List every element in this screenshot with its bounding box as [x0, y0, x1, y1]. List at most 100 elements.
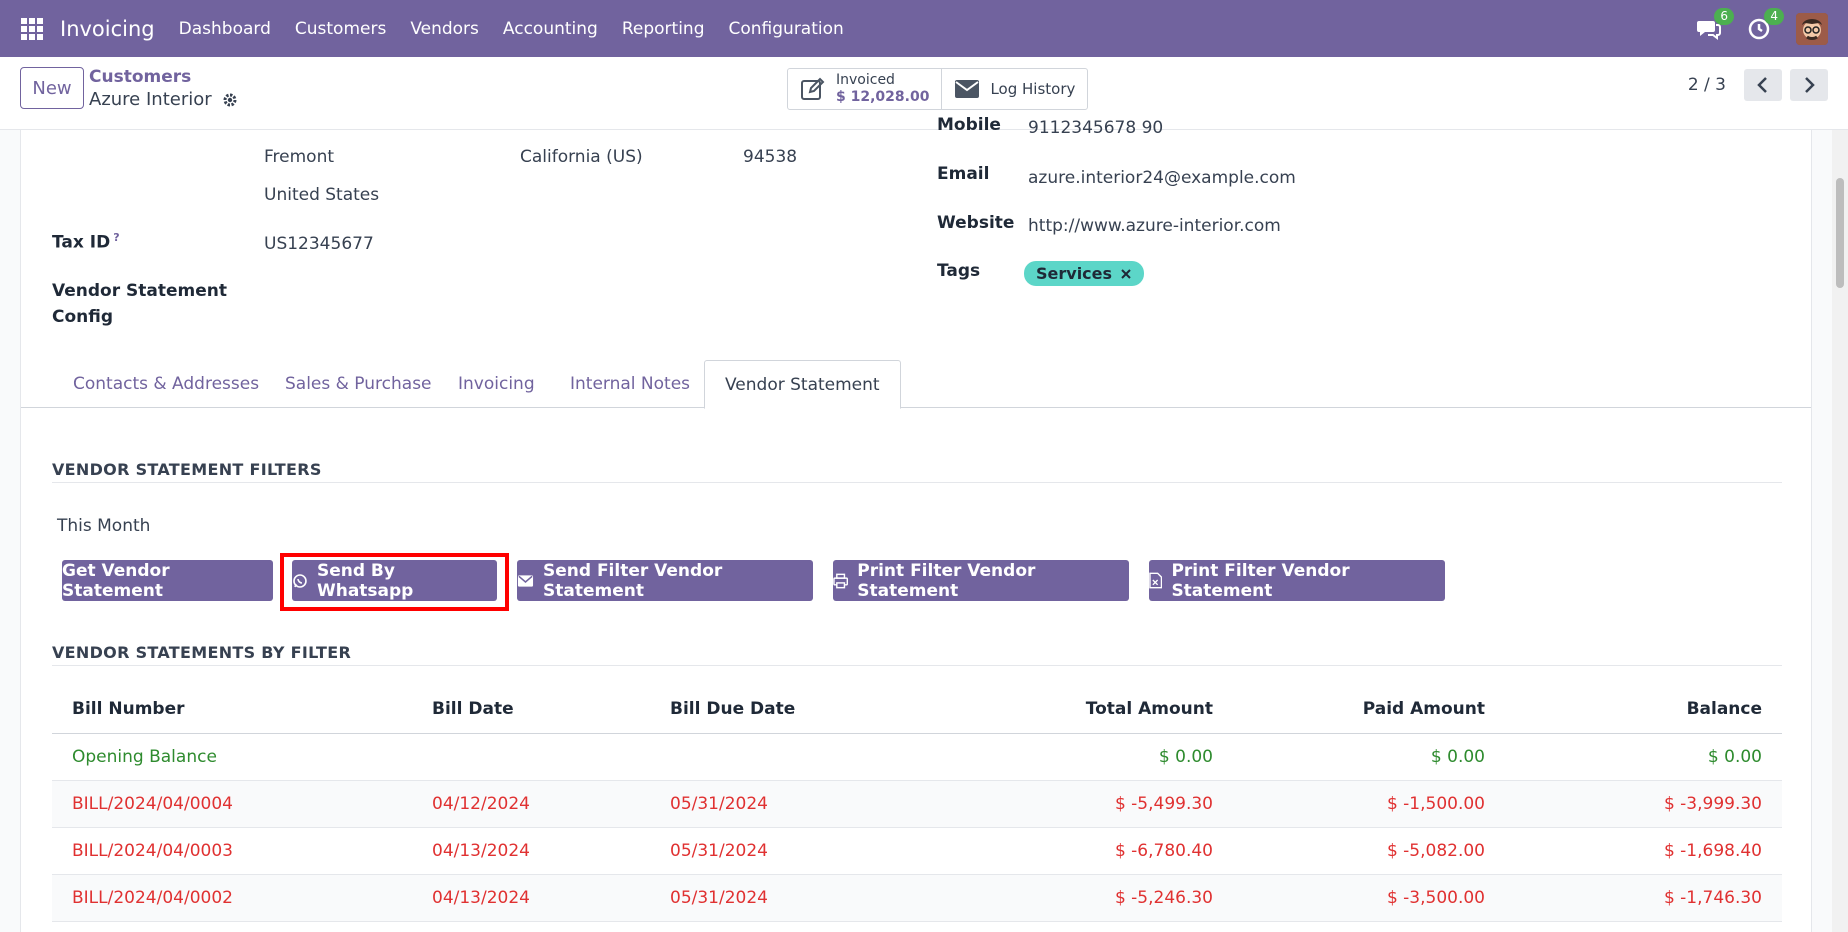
tax-id-help[interactable]: ? [113, 231, 119, 244]
smart-buttons: Invoiced $ 12,028.00 Log History [787, 68, 1089, 110]
log-history-button[interactable]: Log History [941, 69, 1087, 109]
filter-period[interactable]: This Month [57, 516, 150, 536]
cell-paid-amount: $ -1,500.00 [1213, 780, 1485, 828]
activity-clock-icon[interactable]: 4 [1746, 7, 1784, 42]
tab-sales-purchase[interactable]: Sales & Purchase [265, 360, 452, 408]
activity-badge: 4 [1764, 7, 1784, 25]
filters-divider [52, 482, 1782, 483]
address-country[interactable]: United States [264, 185, 379, 205]
excel-file-icon [1149, 572, 1163, 589]
navbar-systray: 6 4 [1696, 0, 1828, 57]
gear-icon[interactable] [222, 92, 238, 108]
new-button[interactable]: New [20, 67, 84, 109]
menu-reporting[interactable]: Reporting [622, 19, 705, 39]
cell-balance: $ -1,746.30 [1485, 874, 1782, 922]
address-state[interactable]: California (US) [520, 147, 643, 167]
app-brand[interactable]: Invoicing [60, 17, 155, 41]
pager-value[interactable]: 2 / 3 [1688, 75, 1726, 95]
tab-internal-notes[interactable]: Internal Notes [550, 360, 710, 408]
address-city[interactable]: Fremont [264, 147, 334, 167]
tab-invoicing[interactable]: Invoicing [438, 360, 555, 408]
menu-dashboard[interactable]: Dashboard [179, 19, 271, 39]
apps-grid-icon[interactable] [21, 17, 43, 40]
email-value[interactable]: azure.interior24@example.com [1028, 168, 1296, 188]
print-filter-vendor-statement-xls-button[interactable]: Print Filter Vendor Statement [1149, 560, 1445, 601]
tax-id-label: Tax ID? [52, 231, 120, 253]
pager-previous-button[interactable] [1744, 69, 1782, 101]
menu-vendors[interactable]: Vendors [410, 19, 479, 39]
send-filter-vendor-statement-button[interactable]: Send Filter Vendor Statement [517, 560, 813, 601]
get-vendor-statement-button[interactable]: Get Vendor Statement [62, 560, 273, 601]
cell-total-amount: $ -6,780.40 [930, 827, 1213, 875]
cell-bill-date: 04/13/2024 [432, 874, 670, 922]
filters-section-title: VENDOR STATEMENT FILTERS [52, 460, 322, 479]
cell-bill-number: Opening Balance [52, 733, 432, 781]
breadcrumb-customers[interactable]: Customers [89, 67, 191, 87]
cell-bill-date [432, 733, 670, 781]
table-row[interactable]: BILL/2024/04/0002 04/13/2024 05/31/2024 … [52, 874, 1782, 922]
send-filter-label: Send Filter Vendor Statement [542, 560, 723, 601]
cell-bill-due-date: 05/31/2024 [670, 780, 930, 828]
chevron-left-icon [1757, 77, 1767, 93]
email-label: Email [937, 164, 990, 184]
cell-paid-amount: $ -5,082.00 [1213, 827, 1485, 875]
table-row[interactable]: Opening Balance $ 0.00 $ 0.00 $ 0.00 [52, 733, 1782, 781]
control-panel: New Customers Azure Interior Invoiced $ … [0, 57, 1848, 130]
tax-id-value[interactable]: US12345677 [264, 234, 374, 254]
chat-icon[interactable]: 6 [1696, 7, 1734, 42]
tab-contacts-addresses[interactable]: Contacts & Addresses [53, 360, 279, 408]
col-balance: Balance [1485, 685, 1782, 734]
tag-services[interactable]: Services [1024, 261, 1145, 286]
website-value[interactable]: http://www.azure-interior.com [1028, 216, 1281, 236]
user-avatar[interactable] [1796, 12, 1828, 45]
table-row[interactable]: BILL/2024/04/0003 04/13/2024 05/31/2024 … [52, 827, 1782, 875]
print-filter-label: Print Filter Vendor Statement [857, 560, 1036, 601]
cell-bill-date: 04/12/2024 [432, 780, 670, 828]
chevron-right-icon [1805, 77, 1815, 93]
notebook-tabs: Contacts & Addresses Sales & Purchase In… [21, 360, 1811, 409]
tags-label: Tags [937, 261, 981, 281]
tab-vendor-statement[interactable]: Vendor Statement [704, 360, 901, 409]
cell-bill-number: BILL/2024/04/0003 [52, 827, 432, 875]
cell-balance: $ -3,999.30 [1485, 780, 1782, 828]
mobile-label: Mobile [937, 115, 1001, 135]
scrollbar-thumb[interactable] [1836, 178, 1844, 288]
form-sheet: Mobile 9112345678 90 Fremont California … [20, 115, 1812, 932]
mobile-value[interactable]: 9112345678 90 [1028, 118, 1163, 138]
chat-badge: 6 [1714, 7, 1734, 25]
cell-bill-due-date: 05/31/2024 [670, 874, 930, 922]
address-zip[interactable]: 94538 [743, 147, 797, 167]
table-row[interactable]: BILL/2024/04/0004 04/12/2024 05/31/2024 … [52, 780, 1782, 828]
invoiced-label: Invoiced [836, 72, 895, 88]
envelope-icon [955, 80, 980, 98]
cell-balance: $ 0.00 [1485, 733, 1782, 781]
cell-balance: $ -1,698.40 [1485, 827, 1782, 875]
menu-configuration[interactable]: Configuration [729, 19, 844, 39]
breadcrumb-current: Azure Interior [89, 89, 238, 110]
invoiced-smart-button[interactable]: Invoiced $ 12,028.00 [788, 69, 941, 109]
website-label: Website [937, 213, 1015, 233]
vendor-statement-config-label: Vendor Statement Config [52, 281, 227, 327]
pager: 2 / 3 [1688, 69, 1828, 101]
whatsapp-highlight-box [280, 553, 509, 611]
col-paid-amount: Paid Amount [1213, 685, 1485, 734]
cell-total-amount: $ -5,246.30 [930, 874, 1213, 922]
col-bill-date: Bill Date [432, 685, 670, 734]
record-name: Azure Interior [89, 89, 212, 110]
col-bill-due-date: Bill Due Date [670, 685, 930, 734]
cell-bill-number: BILL/2024/04/0004 [52, 780, 432, 828]
cell-bill-date: 04/13/2024 [432, 827, 670, 875]
statements-divider [52, 665, 1782, 666]
cell-total-amount: $ -5,499.30 [930, 780, 1213, 828]
menu-accounting[interactable]: Accounting [503, 19, 598, 39]
pager-next-button[interactable] [1790, 69, 1828, 101]
close-icon[interactable] [1120, 268, 1132, 280]
statements-section-title: VENDOR STATEMENTS BY FILTER [52, 643, 352, 662]
menu-customers[interactable]: Customers [295, 19, 386, 39]
vendor-statements-table: Bill Number Bill Date Bill Due Date Tota… [52, 685, 1782, 922]
cell-bill-due-date [670, 733, 930, 781]
print-filter-vendor-statement-button[interactable]: Print Filter Vendor Statement [833, 560, 1129, 601]
print-filter-xls-label: Print Filter Vendor Statement [1171, 560, 1350, 601]
cell-bill-due-date: 05/31/2024 [670, 827, 930, 875]
page-scrollbar[interactable] [1832, 130, 1848, 932]
